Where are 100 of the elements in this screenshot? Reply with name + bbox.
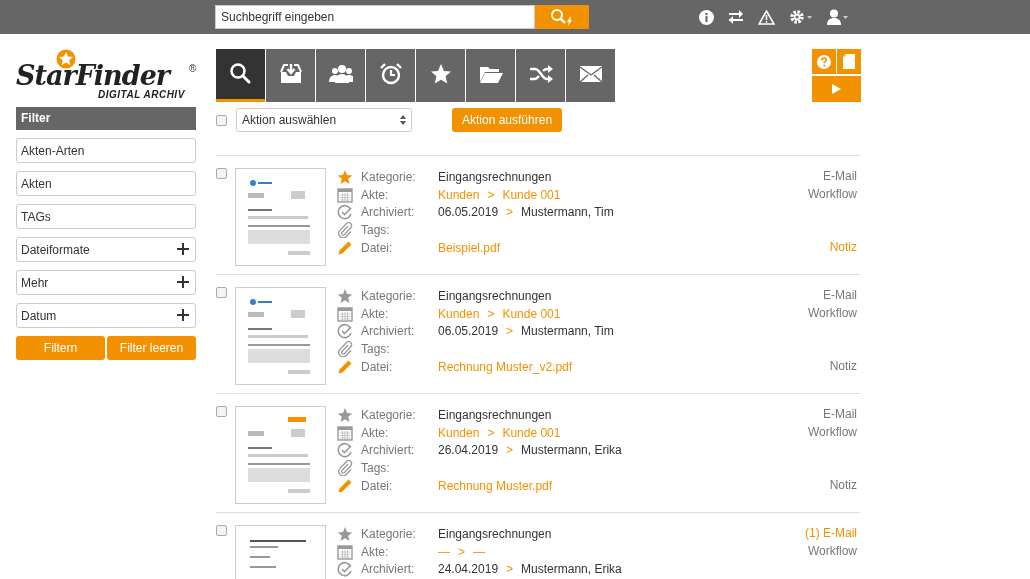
row-checkbox[interactable] [216, 525, 227, 536]
execute-action-button[interactable]: Aktion ausführen [452, 108, 563, 132]
filter-field[interactable]: TAGs [16, 204, 196, 229]
folder-link[interactable]: Kunden [438, 425, 480, 440]
email-link[interactable]: E-Mail [823, 168, 857, 186]
row-checkbox[interactable] [216, 287, 227, 298]
clock-check-icon [337, 323, 353, 340]
folder-link[interactable]: Kunde 001 [502, 187, 561, 202]
category-value: Eingangsrechnungen [438, 526, 552, 541]
tab[interactable] [316, 49, 365, 102]
info-icon[interactable] [699, 9, 714, 25]
category-value: Eingangsrechnungen [438, 407, 552, 422]
row-checkbox[interactable] [216, 406, 227, 417]
clear-filter-button[interactable]: Filter leeren [107, 336, 196, 360]
search-field[interactable]: Suchbegriff eingeben [215, 5, 535, 29]
tab[interactable] [516, 49, 565, 102]
filter-field[interactable]: Mehr [16, 270, 196, 295]
star-icon[interactable] [337, 406, 353, 423]
star-icon[interactable] [337, 287, 353, 304]
field-label: Archiviert: [361, 324, 416, 339]
plus-icon[interactable] [177, 309, 189, 321]
calendar-icon [337, 305, 353, 322]
workflow-link[interactable]: Workflow [807, 304, 857, 323]
archived-by: Mustermann, Tim [521, 324, 614, 339]
row-checkbox[interactable] [216, 168, 227, 179]
play-icon [832, 83, 841, 94]
logo-subtitle: DIGITAL ARCHIV [98, 89, 185, 100]
field-label: Akte: [361, 425, 390, 440]
archive-date: 06.05.2019 [438, 324, 499, 339]
field-label: Akte: [361, 306, 390, 321]
shuffle-icon [528, 62, 553, 86]
folder-link[interactable]: — [438, 544, 450, 559]
archive-date: 24.04.2019 [438, 562, 499, 577]
field-label: Archiviert: [361, 443, 416, 458]
folder-link[interactable]: Kunde 001 [502, 425, 561, 440]
field-label: Archiviert: [361, 205, 416, 220]
select-all-checkbox[interactable] [216, 114, 227, 126]
clock-check-icon [337, 561, 353, 578]
logo-wordmark: StarFinder [16, 63, 170, 89]
archive-date: 06.05.2019 [438, 205, 499, 220]
tab[interactable] [466, 49, 515, 102]
filter-field[interactable]: Akten-Arten [16, 138, 196, 163]
breadcrumb-separator: > [506, 443, 514, 458]
transfer-icon[interactable] [728, 10, 744, 24]
search-icon [550, 8, 574, 26]
registered-mark: ® [189, 63, 197, 74]
breadcrumb-separator: > [506, 205, 514, 220]
archived-by: Mustermann, Erika [521, 443, 622, 458]
breadcrumb-separator: > [487, 425, 495, 440]
breadcrumb-separator: > [506, 562, 514, 577]
workflow-link[interactable]: Workflow [807, 542, 857, 561]
folder-link[interactable]: Kunde 001 [502, 306, 561, 321]
field-label: Tags: [361, 222, 391, 237]
archived-by: Mustermann, Tim [521, 205, 614, 220]
file-link[interactable]: Rechnung Muster_v2.pdf [438, 359, 573, 374]
paperclip-icon [337, 340, 353, 357]
field-label: Archiviert: [361, 562, 416, 577]
file-link[interactable]: Beispiel.pdf [438, 240, 501, 255]
note-link[interactable]: Notiz [829, 238, 857, 257]
warning-icon[interactable] [758, 9, 775, 25]
star-icon[interactable] [337, 168, 353, 185]
email-link[interactable]: E-Mail [823, 287, 857, 305]
calendar-icon [337, 424, 353, 441]
filter-button[interactable]: Filtern [16, 336, 105, 360]
filter-field[interactable]: Dateiformate [16, 237, 196, 262]
tab[interactable] [266, 49, 315, 102]
workflow-link[interactable]: Workflow [807, 185, 857, 204]
plus-icon[interactable] [177, 243, 189, 255]
breadcrumb-separator: > [487, 187, 495, 202]
email-link[interactable]: (1) E-Mail [805, 525, 857, 543]
user-icon[interactable] [827, 9, 849, 25]
field-label: Datei: [361, 240, 394, 255]
filter-field[interactable]: Datum [16, 303, 196, 328]
field-label: Datei: [361, 478, 394, 493]
tab[interactable] [366, 49, 415, 102]
clock-check-icon [337, 204, 353, 221]
note-link[interactable]: Notiz [829, 476, 857, 495]
field-label: Kategorie: [361, 169, 417, 184]
field-label: Tags: [361, 341, 391, 356]
plus-icon[interactable] [177, 276, 189, 288]
action-select[interactable]: Aktion auswählen [236, 108, 412, 132]
star-icon[interactable] [337, 525, 353, 542]
filter-field[interactable]: Akten [16, 171, 196, 196]
settings-icon[interactable] [789, 9, 813, 25]
note-link[interactable]: Notiz [829, 357, 857, 376]
document-icon [843, 54, 855, 69]
tab[interactable] [416, 49, 465, 102]
workflow-link[interactable]: Workflow [807, 423, 857, 442]
updown-arrows-icon [400, 115, 406, 125]
folder-link[interactable]: Kunden [438, 187, 480, 202]
field-label: Tags: [361, 460, 391, 475]
breadcrumb-separator: > [458, 544, 465, 559]
search-icon [228, 62, 253, 86]
folder-link[interactable]: — [473, 544, 485, 559]
folder-link[interactable]: Kunden [438, 306, 480, 321]
file-link[interactable]: Rechnung Muster.pdf [438, 478, 553, 493]
tab[interactable] [566, 49, 615, 102]
paperclip-icon [337, 459, 353, 476]
tab[interactable] [216, 49, 265, 102]
email-link[interactable]: E-Mail [823, 406, 857, 424]
